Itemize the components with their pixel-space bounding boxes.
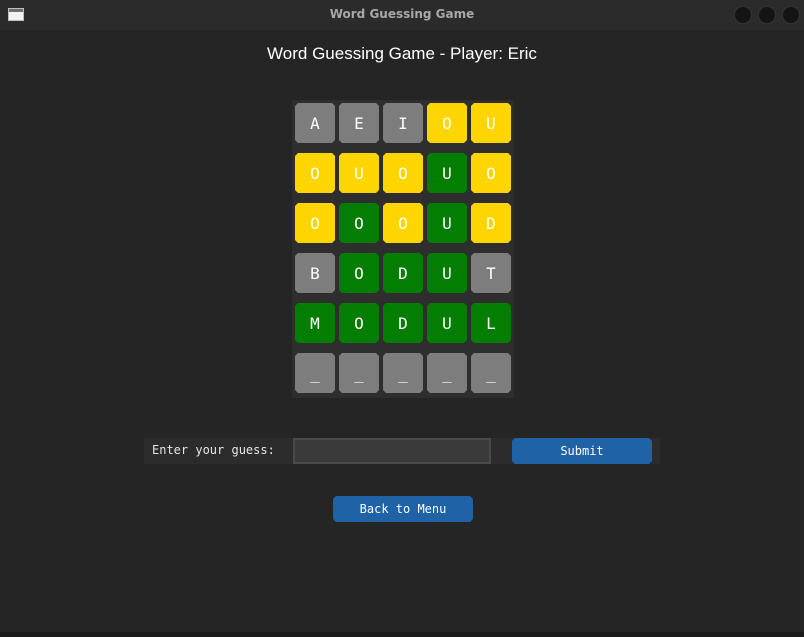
back-to-menu-button[interactable]: Back to Menu xyxy=(333,496,473,522)
submit-button[interactable]: Submit xyxy=(512,438,652,464)
letter-tile: U xyxy=(427,303,467,343)
letter-tile: A xyxy=(295,103,335,143)
letter-tile: O xyxy=(427,103,467,143)
letter-tile: U xyxy=(471,103,511,143)
letter-tile: O xyxy=(471,153,511,193)
game-screen: Word Guessing Game - Player: Eric AEIOUO… xyxy=(0,30,804,637)
letter-tile: D xyxy=(471,203,511,243)
guess-input[interactable] xyxy=(293,438,491,464)
letter-tile: B xyxy=(295,253,335,293)
letter-tile: I xyxy=(383,103,423,143)
letter-tile: O xyxy=(295,153,335,193)
close-button[interactable] xyxy=(782,6,800,24)
letter-tile: O xyxy=(339,303,379,343)
letter-tile: E xyxy=(339,103,379,143)
guess-label: Enter your guess: xyxy=(152,443,275,457)
title-bar[interactable]: Word Guessing Game xyxy=(0,0,804,31)
letter-tile: D xyxy=(383,253,423,293)
letter-tile: U xyxy=(339,153,379,193)
letter-tile: D xyxy=(383,303,423,343)
guess-grid: A E I O U O U O U O O O O U D B O D U T M O D U L _ _ _ _ _ xyxy=(292,100,514,398)
letter-tile: _ xyxy=(383,353,423,393)
letter-tile: U xyxy=(427,203,467,243)
letter-tile: T xyxy=(471,253,511,293)
window-bottom-edge xyxy=(0,632,804,637)
letter-tile: O xyxy=(383,203,423,243)
minimize-button[interactable] xyxy=(734,6,752,24)
letter-tile: O xyxy=(339,253,379,293)
letter-tile: U xyxy=(427,253,467,293)
letter-tile: M xyxy=(295,303,335,343)
window-title: Word Guessing Game xyxy=(329,7,475,21)
maximize-button[interactable] xyxy=(758,6,776,24)
letter-tile: O xyxy=(383,153,423,193)
letter-tile: U xyxy=(427,153,467,193)
letter-tile: _ xyxy=(295,353,335,393)
letter-tile: _ xyxy=(427,353,467,393)
letter-tile: L xyxy=(471,303,511,343)
letter-tile: O xyxy=(295,203,335,243)
letter-tile: _ xyxy=(471,353,511,393)
app-window: Word Guessing Game Word Guessing Game - … xyxy=(0,0,804,637)
letter-tile: _ xyxy=(339,353,379,393)
page-title: Word Guessing Game - Player: Eric xyxy=(267,44,537,63)
letter-tile: O xyxy=(339,203,379,243)
